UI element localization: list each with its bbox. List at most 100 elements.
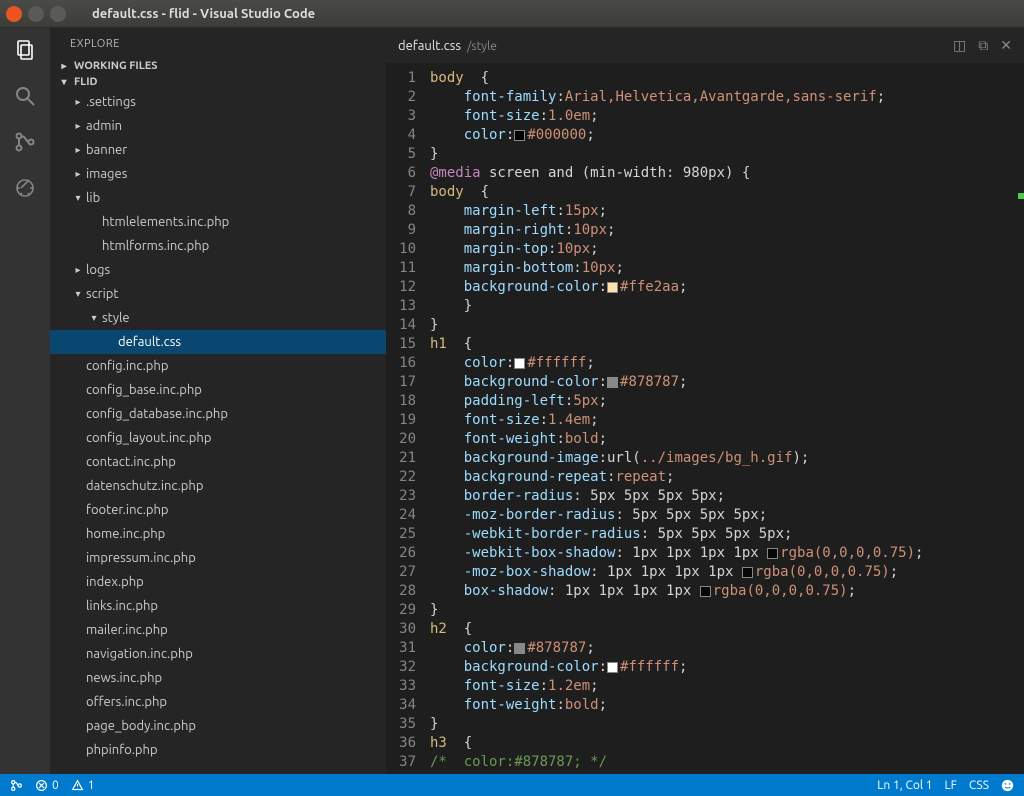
file-tree[interactable]: ▸.settings▸admin▸banner▸images▾libhtmlel… xyxy=(50,90,386,774)
tree-label: home.inc.php xyxy=(86,527,165,541)
folder-item[interactable]: ▾style xyxy=(50,306,386,330)
file-item[interactable]: links.inc.php xyxy=(50,594,386,618)
tree-label: htmlforms.inc.php xyxy=(102,239,209,253)
tree-label: config_base.inc.php xyxy=(86,383,202,397)
debug-icon[interactable] xyxy=(11,174,39,202)
editor-actions: ◫ ⧉ ✕ xyxy=(953,37,1012,54)
git-branch-status[interactable] xyxy=(10,779,23,792)
errors-status[interactable]: 0 xyxy=(35,779,59,792)
folder-item[interactable]: ▸logs xyxy=(50,258,386,282)
file-item[interactable]: mailer.inc.php xyxy=(50,618,386,642)
file-item[interactable]: page_body.inc.php xyxy=(50,714,386,738)
chevron-right-icon: ▸ xyxy=(58,60,70,72)
warning-count: 1 xyxy=(88,779,95,792)
tree-label: admin xyxy=(86,119,122,133)
color-swatch xyxy=(514,130,525,141)
twisty-icon: ▸ xyxy=(72,96,84,108)
file-item[interactable]: config_database.inc.php xyxy=(50,402,386,426)
code-editor[interactable]: 1234567891011121314151617181920212223242… xyxy=(386,63,1024,774)
folder-item[interactable]: ▾script xyxy=(50,282,386,306)
sidebar-title: EXPLORE xyxy=(50,28,386,58)
folder-item[interactable]: ▸banner xyxy=(50,138,386,162)
split-editor-icon[interactable]: ◫ xyxy=(953,37,966,54)
language-mode[interactable]: CSS xyxy=(969,779,989,792)
file-item[interactable]: impressum.inc.php xyxy=(50,546,386,570)
file-item[interactable]: default.css xyxy=(50,330,386,354)
editor-tab-bar: default.css /style ◫ ⧉ ✕ xyxy=(386,28,1024,63)
file-item[interactable]: contact.inc.php xyxy=(50,450,386,474)
file-item[interactable]: config_base.inc.php xyxy=(50,378,386,402)
tree-label: navigation.inc.php xyxy=(86,647,193,661)
folder-item[interactable]: ▸admin xyxy=(50,114,386,138)
file-item[interactable]: config_layout.inc.php xyxy=(50,426,386,450)
tree-label: footer.inc.php xyxy=(86,503,169,517)
twisty-icon: ▾ xyxy=(72,192,84,204)
window-maximize-button[interactable] xyxy=(50,6,66,22)
working-files-header[interactable]: ▸ WORKING FILES xyxy=(50,58,386,74)
tree-label: page_body.inc.php xyxy=(86,719,196,733)
color-swatch xyxy=(514,643,525,654)
window-close-button[interactable] xyxy=(6,6,22,22)
section-label: FLID xyxy=(74,76,98,88)
color-swatch xyxy=(742,567,753,578)
color-swatch xyxy=(607,662,618,673)
overview-mark xyxy=(1018,193,1024,199)
code-content[interactable]: body { font-family:Arial,Helvetica,Avant… xyxy=(426,63,1024,774)
file-item[interactable]: navigation.inc.php xyxy=(50,642,386,666)
tree-label: htmlelements.inc.php xyxy=(102,215,229,229)
color-swatch xyxy=(700,586,711,597)
overview-ruler[interactable] xyxy=(1010,63,1024,774)
color-swatch xyxy=(514,358,525,369)
error-count: 0 xyxy=(52,779,59,792)
tree-label: offers.inc.php xyxy=(86,695,167,709)
close-editor-icon[interactable]: ✕ xyxy=(1000,37,1012,54)
sidebar: EXPLORE ▸ WORKING FILES ▾ FLID ▸.setting… xyxy=(50,28,386,774)
cursor-position[interactable]: Ln 1, Col 1 xyxy=(877,779,932,792)
tree-label: banner xyxy=(86,143,127,157)
file-item[interactable]: news.inc.php xyxy=(50,666,386,690)
file-item[interactable]: home.inc.php xyxy=(50,522,386,546)
explorer-icon[interactable] xyxy=(11,36,39,64)
file-item[interactable]: htmlelements.inc.php xyxy=(50,210,386,234)
tree-label: phpinfo.php xyxy=(86,743,158,757)
file-item[interactable]: htmlforms.inc.php xyxy=(50,234,386,258)
tree-label: mailer.inc.php xyxy=(86,623,168,637)
tree-label: contact.inc.php xyxy=(86,455,176,469)
file-item[interactable]: footer.inc.php xyxy=(50,498,386,522)
editor-area: default.css /style ◫ ⧉ ✕ 123456789101112… xyxy=(386,28,1024,774)
file-item[interactable]: config.inc.php xyxy=(50,354,386,378)
window-title: default.css - flid - Visual Studio Code xyxy=(92,7,315,21)
activity-bar xyxy=(0,28,50,774)
project-header[interactable]: ▾ FLID xyxy=(50,74,386,90)
line-number-gutter: 1234567891011121314151617181920212223242… xyxy=(386,63,426,774)
tree-label: impressum.inc.php xyxy=(86,551,196,565)
status-bar: 0 1 Ln 1, Col 1 LF CSS xyxy=(0,774,1024,796)
window-titlebar: default.css - flid - Visual Studio Code xyxy=(0,0,1024,28)
tree-label: default.css xyxy=(118,335,181,349)
file-item[interactable]: index.php xyxy=(50,570,386,594)
git-icon[interactable] xyxy=(11,128,39,156)
tree-label: datenschutz.inc.php xyxy=(86,479,203,493)
tab-filename: default.css xyxy=(398,39,461,53)
line-ending[interactable]: LF xyxy=(945,779,957,792)
feedback-icon[interactable] xyxy=(1001,779,1014,792)
editor-tab[interactable]: default.css /style xyxy=(398,39,497,53)
tree-label: .settings xyxy=(86,95,136,109)
twisty-icon: ▸ xyxy=(72,264,84,276)
twisty-icon: ▾ xyxy=(88,312,100,324)
folder-item[interactable]: ▸.settings xyxy=(50,90,386,114)
folder-item[interactable]: ▸images xyxy=(50,162,386,186)
section-label: WORKING FILES xyxy=(74,60,158,72)
file-item[interactable]: phpinfo.php xyxy=(50,738,386,762)
file-item[interactable]: offers.inc.php xyxy=(50,690,386,714)
more-actions-icon[interactable]: ⧉ xyxy=(978,37,988,54)
folder-item[interactable]: ▾lib xyxy=(50,186,386,210)
tree-label: index.php xyxy=(86,575,144,589)
color-swatch xyxy=(607,377,618,388)
file-item[interactable]: datenschutz.inc.php xyxy=(50,474,386,498)
main-area: EXPLORE ▸ WORKING FILES ▾ FLID ▸.setting… xyxy=(0,28,1024,774)
search-icon[interactable] xyxy=(11,82,39,110)
window-minimize-button[interactable] xyxy=(28,6,44,22)
color-swatch xyxy=(767,548,778,559)
warnings-status[interactable]: 1 xyxy=(71,779,95,792)
